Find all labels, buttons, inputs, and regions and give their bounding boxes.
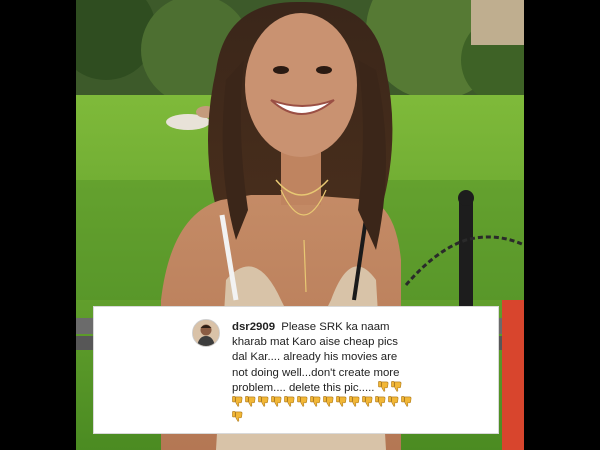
thumbs-down-icon <box>310 396 321 407</box>
thumbs-down-icon <box>271 396 282 407</box>
comment-body: dsr2909 Please SRK ka naam kharab mat Ka… <box>232 320 414 426</box>
thumbs-down-icon <box>349 396 360 407</box>
thumbs-down-icon <box>401 396 412 407</box>
avatar[interactable] <box>192 319 220 347</box>
thumbs-down-icon <box>362 396 373 407</box>
avatar-portrait-icon <box>193 320 219 346</box>
thumbs-down-icon <box>390 380 402 392</box>
thumbs-down-icon <box>377 380 389 392</box>
comment-card: dsr2909 Please SRK ka naam kharab mat Ka… <box>93 306 499 434</box>
thumbs-down-icon <box>258 396 269 407</box>
thumbs-down-icon <box>245 396 256 407</box>
thumbs-down-icon <box>284 396 295 407</box>
thumbs-down-icon <box>336 396 347 407</box>
thumbs-down-icon <box>323 396 334 407</box>
comment-username[interactable]: dsr2909 <box>232 321 275 333</box>
thumbs-down-icon <box>232 396 243 407</box>
image-frame: dsr2909 Please SRK ka naam kharab mat Ka… <box>0 0 600 450</box>
thumbs-down-icon <box>375 396 386 407</box>
thumbs-down-icon <box>232 411 243 422</box>
thumbs-down-icon <box>388 396 399 407</box>
thumbs-down-icon <box>297 396 308 407</box>
